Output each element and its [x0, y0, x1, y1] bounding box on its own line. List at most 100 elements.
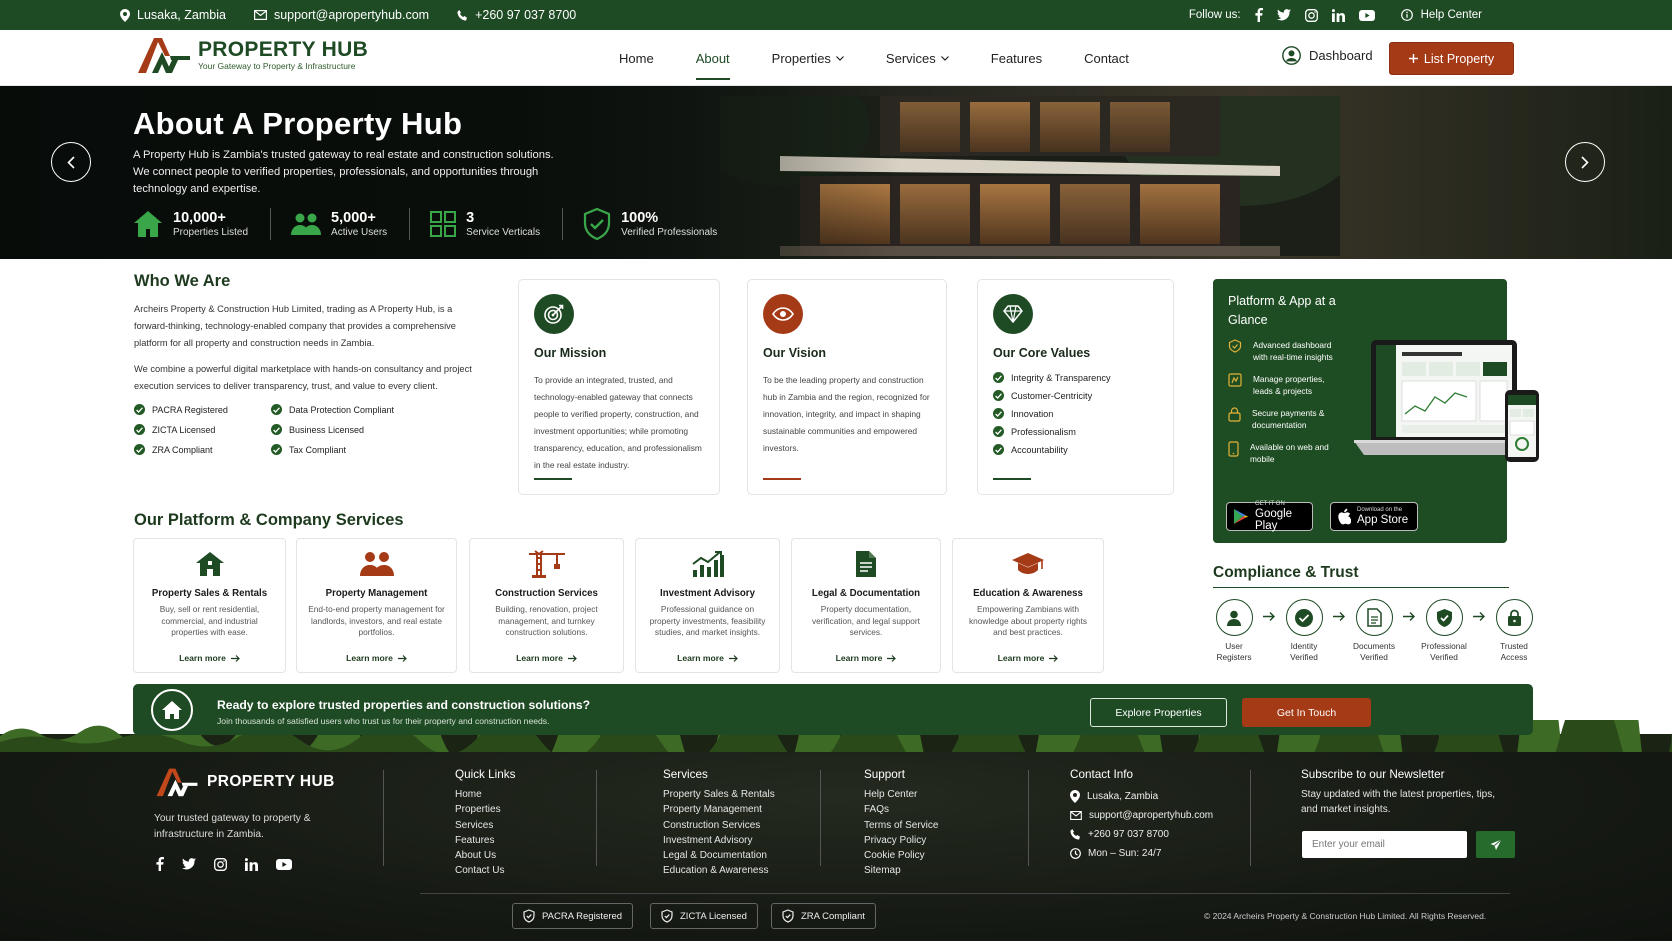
footer-link[interactable]: Privacy Policy [864, 833, 938, 848]
learn-more-link[interactable]: Learn more [792, 653, 940, 663]
footer-link[interactable]: Property Management [663, 802, 775, 817]
apple-icon [1337, 508, 1351, 525]
value-item: Customer-Centricity [993, 390, 1158, 401]
hero-next-button[interactable] [1565, 142, 1605, 182]
support-links-title: Support [864, 768, 905, 781]
learn-more-link[interactable]: Learn more [134, 653, 285, 663]
footer-link[interactable]: Features [455, 833, 515, 848]
cta-banner: Ready to explore trusted properties and … [133, 684, 1533, 735]
vision-text: To be the leading property and construct… [763, 375, 930, 453]
footer-link[interactable]: Property Sales & Rentals [663, 787, 775, 802]
service-card-construction[interactable]: Construction Services Building, renovati… [469, 538, 624, 673]
linkedin-icon[interactable] [245, 857, 258, 871]
diamond-icon [993, 294, 1033, 334]
youtube-icon[interactable] [1358, 9, 1375, 21]
list-property-button[interactable]: List Property [1389, 42, 1514, 75]
check-item: PACRA Registered [134, 404, 271, 415]
target-icon [534, 294, 574, 334]
platform-title: Platform & App at a Glance [1228, 294, 1336, 327]
email-info[interactable]: support@apropertyhub.com [253, 8, 429, 22]
footer-link[interactable]: Properties [455, 802, 515, 817]
service-card-sales[interactable]: Property Sales & Rentals Buy, sell or re… [133, 538, 286, 673]
nav-home[interactable]: Home [598, 30, 675, 86]
check-label: Business Licensed [289, 424, 365, 435]
badge-zicta: ZICTA Licensed [650, 903, 758, 929]
explore-properties-button[interactable]: Explore Properties [1090, 698, 1227, 727]
learn-more-link[interactable]: Learn more [953, 653, 1103, 663]
list-property-label: List Property [1423, 51, 1495, 66]
twitter-icon[interactable] [182, 858, 196, 870]
users-icon [291, 212, 322, 236]
value-label: Accountability [1011, 444, 1068, 455]
stat-properties: 10,000+ Properties Listed [133, 208, 272, 240]
growth-chart-icon [636, 550, 779, 578]
contact-title: Contact Info [1070, 768, 1134, 781]
nav-features[interactable]: Features [970, 30, 1063, 86]
app-store-button[interactable]: Download on the App Store [1330, 502, 1418, 531]
youtube-icon[interactable] [276, 858, 292, 870]
main-navbar: PROPERTY HUB Your Gateway to Property & … [0, 30, 1672, 86]
footer-link[interactable]: Cookie Policy [864, 848, 938, 863]
facebook-icon[interactable] [1255, 8, 1263, 22]
nav-properties[interactable]: Properties [751, 30, 865, 86]
location-info: Lusaka, Zambia [120, 8, 226, 22]
footer-link[interactable]: Terms of Service [864, 818, 938, 833]
service-card-management[interactable]: Property Management End-to-end property … [296, 538, 457, 673]
footer-socials [156, 857, 292, 871]
check-icon [271, 444, 282, 455]
contact-email[interactable]: support@apropertyhub.com [1070, 806, 1213, 825]
get-in-touch-button[interactable]: Get In Touch [1242, 698, 1371, 727]
learn-more-link[interactable]: Learn more [297, 653, 456, 663]
contact-phone[interactable]: +260 97 037 8700 [1070, 825, 1213, 844]
nav-contact[interactable]: Contact [1063, 30, 1150, 86]
footer-link[interactable]: Legal & Documentation [663, 848, 775, 863]
shield-icon [782, 909, 794, 923]
help-center-link[interactable]: Help Center [1421, 9, 1482, 21]
values-accent-bar [993, 478, 1031, 480]
who-paragraph-1: Archeirs Property & Construction Hub Lim… [134, 304, 456, 348]
instagram-icon[interactable] [214, 857, 227, 871]
stat-label: Verified Professionals [621, 227, 718, 238]
hero-prev-button[interactable] [51, 142, 91, 182]
google-play-button[interactable]: GET IT ON Google Play [1226, 501, 1313, 532]
nav-services[interactable]: Services [865, 30, 970, 86]
nav-contact-label: Contact [1084, 50, 1129, 66]
crane-icon [470, 550, 623, 578]
footer-link[interactable]: Sitemap [864, 863, 938, 878]
footer-link[interactable]: Services [455, 818, 515, 833]
brand-logo[interactable]: PROPERTY HUB Your Gateway to Property & … [136, 36, 368, 74]
who-title: Who We Are [134, 272, 231, 290]
linkedin-icon[interactable] [1331, 8, 1345, 22]
hero-banner: About A Property Hub A Property Hub is Z… [0, 86, 1672, 259]
instagram-icon[interactable] [1304, 8, 1318, 22]
value-label: Professionalism [1011, 426, 1076, 437]
newsletter-email-input[interactable]: Enter your email [1302, 831, 1467, 858]
footer-link[interactable]: About Us [455, 848, 515, 863]
nav-about[interactable]: About [675, 30, 751, 86]
services-title: Our Platform & Company Services [134, 511, 404, 529]
footer-link[interactable]: Home [455, 787, 515, 802]
service-card-legal[interactable]: Legal & Documentation Property documenta… [791, 538, 941, 673]
service-card-education[interactable]: Education & Awareness Empowering Zambian… [952, 538, 1104, 673]
footer-link[interactable]: Investment Advisory [663, 833, 775, 848]
check-icon [993, 372, 1004, 383]
footer-link[interactable]: FAQs [864, 802, 938, 817]
mission-card: Our Mission To provide an integrated, tr… [518, 279, 720, 495]
contact-phone-text: +260 97 037 8700 [1088, 829, 1169, 840]
footer-logo[interactable]: PROPERTY HUB [155, 767, 335, 797]
arrow-right-icon [567, 654, 577, 662]
footer-link[interactable]: Contact Us [455, 863, 515, 878]
facebook-icon[interactable] [156, 857, 164, 871]
learn-more-link[interactable]: Learn more [470, 653, 623, 663]
phone-info[interactable]: +260 97 037 8700 [457, 8, 576, 22]
google-play-big: Google Play [1255, 508, 1293, 532]
value-item: Integrity & Transparency [993, 372, 1158, 383]
learn-more-link[interactable]: Learn more [636, 653, 779, 663]
service-card-investment[interactable]: Investment Advisory Professional guidanc… [635, 538, 780, 673]
footer-link[interactable]: Construction Services [663, 818, 775, 833]
footer-link[interactable]: Education & Awareness [663, 863, 775, 878]
newsletter-submit-button[interactable] [1476, 831, 1515, 858]
dashboard-link[interactable]: Dashboard [1282, 46, 1373, 65]
footer-link[interactable]: Help Center [864, 787, 938, 802]
twitter-icon[interactable] [1276, 9, 1291, 21]
